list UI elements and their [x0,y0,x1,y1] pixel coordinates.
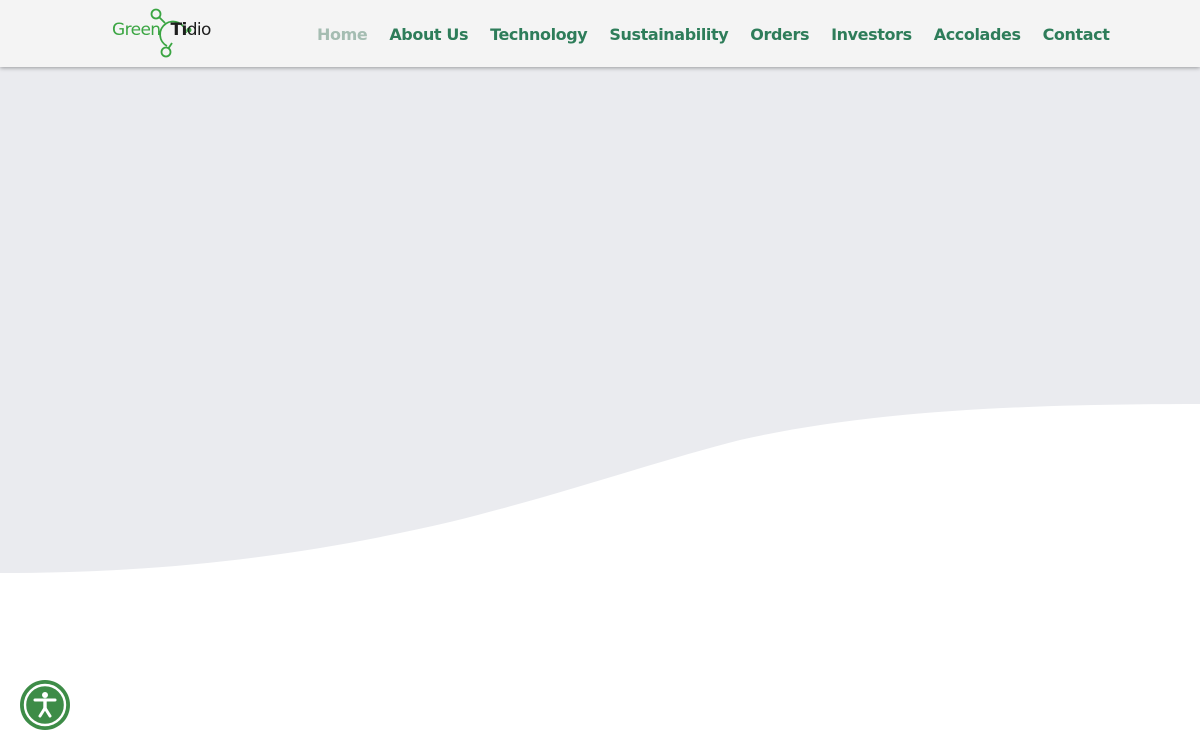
logo-wordmark: Green Tidio [112,20,211,40]
site-header: Green Tidio Home About Us Technology Sust… [0,0,1200,67]
nav-item-orders[interactable]: Orders [739,25,820,44]
logo-text-ti: Ti [170,20,187,40]
nav-item-contact[interactable]: Contact [1032,25,1121,44]
nav-item-technology[interactable]: Technology [479,25,598,44]
accessibility-button[interactable] [20,680,70,730]
logo[interactable]: Green Tidio [110,6,220,60]
main-nav: Home About Us Technology Sustainability … [306,21,1120,47]
page: Green Tidio Home About Us Technology Sust… [0,0,1200,750]
logo-text-dio: dio [186,20,212,40]
accessibility-person-icon [23,683,67,727]
hero-wave-background [0,67,1200,587]
nav-item-accolades[interactable]: Accolades [923,25,1032,44]
nav-item-home[interactable]: Home [306,25,378,44]
logo-text-green: Green [112,20,161,40]
hero-section [0,67,1200,587]
nav-item-about-us[interactable]: About Us [378,25,479,44]
nav-item-investors[interactable]: Investors [820,25,923,44]
nav-item-sustainability[interactable]: Sustainability [598,25,739,44]
